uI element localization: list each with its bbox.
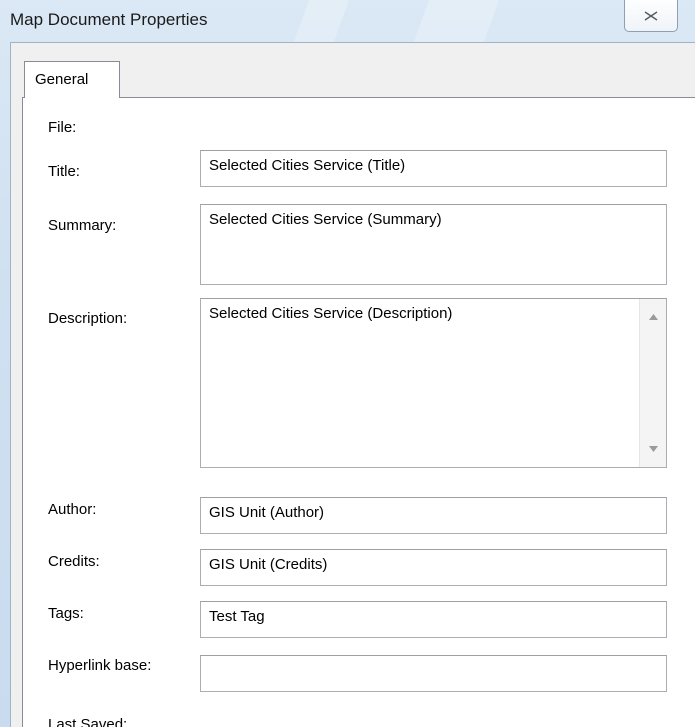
credits-field[interactable]: GIS Unit (Credits) [200,549,667,586]
scroll-up-button[interactable] [640,307,666,327]
author-label: Author: [48,501,97,518]
description-text: Selected Cities Service (Description) [209,305,453,322]
tags-label: Tags: [48,605,84,622]
map-document-properties-window: Map Document Properties General File: Ti… [0,0,695,727]
tab-general[interactable]: General [24,61,120,98]
scroll-up-arrow-icon [649,314,658,320]
description-field[interactable]: Selected Cities Service (Description) [200,298,667,468]
last-saved-label: Last Saved: [48,716,128,727]
window-title: Map Document Properties [10,10,208,29]
author-field[interactable]: GIS Unit (Author) [200,497,667,534]
title-label: Title: [48,163,80,180]
general-tab-panel: File: Title: Selected Cities Service (Ti… [22,97,695,727]
tab-general-label: General [35,71,89,88]
description-label: Description: [48,310,128,327]
description-scrollbar[interactable] [639,299,666,467]
dialog-client-area: General File: Title: Selected Cities Ser… [10,42,695,727]
close-button[interactable] [624,0,678,32]
hyperlink-base-label: Hyperlink base: [48,657,152,674]
summary-label: Summary: [48,217,117,234]
file-label: File: [48,119,77,136]
titlebar[interactable]: Map Document Properties [0,0,695,42]
credits-label: Credits: [48,553,100,570]
scroll-down-button[interactable] [640,439,666,459]
close-icon [644,10,658,21]
title-field[interactable]: Selected Cities Service (Title) [200,150,667,187]
tags-field[interactable]: Test Tag [200,601,667,638]
hyperlink-base-field[interactable] [200,655,667,692]
summary-field[interactable]: Selected Cities Service (Summary) [200,204,667,285]
scroll-down-arrow-icon [649,446,658,452]
